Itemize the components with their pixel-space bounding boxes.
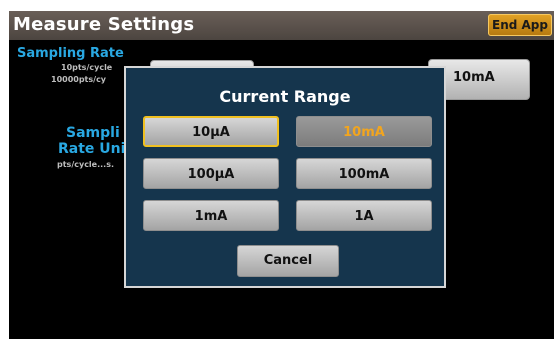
current-range-dialog: Current Range 10µA 10mA 100µA 100mA 1mA …: [124, 66, 446, 288]
sampling-rate-line1: 10pts/cycle: [61, 63, 113, 72]
range-option-10ua[interactable]: 10µA: [143, 116, 279, 147]
range-option-100ma[interactable]: 100mA: [296, 158, 432, 189]
cancel-button[interactable]: Cancel: [237, 245, 339, 277]
range-option-1a[interactable]: 1A: [296, 200, 432, 231]
range-option-10ma[interactable]: 10mA: [296, 116, 432, 147]
range-option-100ua[interactable]: 100µA: [143, 158, 279, 189]
dialog-title: Current Range: [219, 87, 351, 106]
sampling-rate-label: Sampling Rate: [17, 46, 124, 61]
sampling-rate-line2: 10000pts/cy: [51, 75, 107, 84]
end-app-button[interactable]: End App: [488, 14, 552, 36]
sampling-rate-units-label: Sampli: [66, 125, 120, 141]
page-title: Measure Settings: [13, 14, 195, 35]
range-option-1ma[interactable]: 1mA: [143, 200, 279, 231]
sampling-rate-units-value: pts/cycle...s.: [57, 160, 115, 169]
screen: Measure Settings End App Sampling Rate 1…: [0, 0, 557, 339]
current-range-value: 10mA: [453, 70, 495, 85]
sampling-rate-units-label-line2: Rate Uni: [58, 141, 126, 157]
title-bar: Measure Settings End App: [9, 11, 554, 40]
